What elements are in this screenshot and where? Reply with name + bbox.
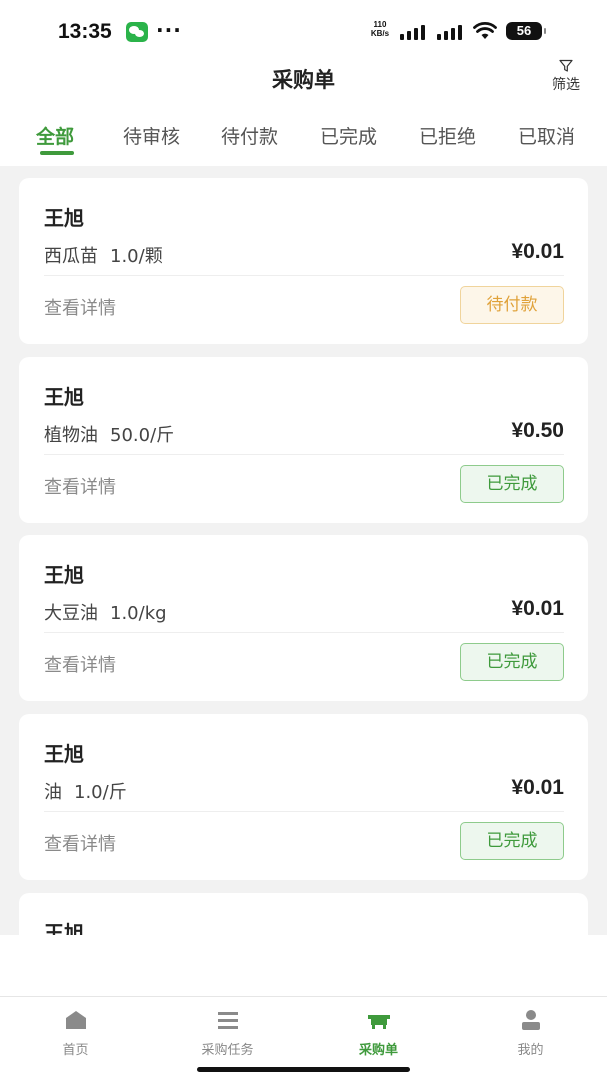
home-indicator[interactable]: [197, 1067, 410, 1072]
divider: [44, 632, 564, 633]
wechat-icon: [126, 22, 148, 42]
tab-pending-payment[interactable]: 待付款: [221, 122, 278, 149]
order-price: ¥0.01: [511, 240, 564, 263]
tabbar-label: 采购单: [358, 1043, 398, 1058]
filter-icon: [559, 59, 573, 72]
tab-rejected[interactable]: 已拒绝: [419, 122, 476, 149]
tabbar-item-home[interactable]: 首页: [0, 997, 151, 1067]
product-name: 植物油: [44, 425, 98, 446]
order-list[interactable]: 王旭 西瓜苗 1.0/颗 ¥0.01 查看详情 待付款 王旭 植物油 50.0/斤 …: [19, 178, 588, 935]
battery-indicator: 56: [506, 22, 546, 40]
tab-pending-review[interactable]: 待审核: [123, 122, 180, 149]
view-details-link[interactable]: 查看详情: [44, 294, 116, 320]
page-title: 采购单: [272, 68, 335, 92]
status-badge: 已完成: [460, 822, 564, 860]
order-card[interactable]: 王旭 大豆油 1.0/kg ¥0.01 查看详情 已完成: [19, 535, 588, 701]
supplier-name: 王旭: [44, 742, 84, 766]
tabbar-label: 首页: [62, 1043, 89, 1058]
list-icon: [217, 1012, 238, 1029]
divider: [44, 275, 564, 276]
tab-cancelled[interactable]: 已取消: [518, 122, 575, 149]
status-time: 13:35: [58, 20, 112, 43]
order-card[interactable]: 王旭 植物油 50.0/斤 ¥0.50 查看详情 已完成: [19, 357, 588, 523]
cart-icon: [367, 1015, 390, 1029]
product-name: 大豆油: [44, 603, 98, 624]
wifi-icon: [473, 22, 497, 39]
home-icon: [65, 1011, 86, 1029]
order-card[interactable]: 王旭 油 1.0/斤 ¥0.01 查看详情 已完成: [19, 714, 588, 880]
order-card[interactable]: 王旭 西瓜苗 1.0/颗 ¥0.01 查看详情 待付款: [19, 178, 588, 344]
tab-completed[interactable]: 已完成: [320, 122, 377, 149]
signal-1-icon: [400, 24, 426, 40]
order-price: ¥0.01: [511, 597, 564, 620]
order-item: 油 1.0/斤: [44, 778, 127, 804]
supplier-name: 王旭: [44, 206, 84, 230]
divider: [44, 454, 564, 455]
tabbar-label: 采购任务: [201, 1043, 254, 1058]
divider: [44, 811, 564, 812]
product-quantity: 1.0/kg: [110, 603, 167, 624]
network-speed-value: 110: [373, 20, 387, 29]
more-notifications: ···: [156, 18, 182, 42]
order-price: ¥0.50: [511, 419, 564, 442]
network-speed: 110 KB/s: [369, 20, 391, 38]
top-bar: 13:35 ··· 110 KB/s 56 采购单 筛选 全部 待审核 待付款 …: [0, 0, 607, 166]
tabbar-item-orders[interactable]: 采购单: [303, 997, 454, 1067]
order-item: 西瓜苗 1.0/颗: [44, 242, 163, 268]
product-name: 西瓜苗: [44, 246, 98, 267]
status-badge: 待付款: [460, 286, 564, 324]
supplier-name: 王旭: [44, 563, 84, 587]
tabbar-item-tasks[interactable]: 采购任务: [152, 997, 303, 1067]
supplier-name: 王旭: [44, 921, 84, 935]
status-badge: 已完成: [460, 465, 564, 503]
user-icon: [521, 1010, 540, 1030]
filter-label: 筛选: [552, 77, 580, 93]
product-quantity: 50.0/斤: [110, 425, 175, 446]
view-details-link[interactable]: 查看详情: [44, 473, 116, 499]
status-bar: 13:35 ··· 110 KB/s 56: [0, 0, 607, 62]
order-price: ¥0.01: [511, 776, 564, 799]
status-badge: 已完成: [460, 643, 564, 681]
status-tabs: 全部 待审核 待付款 已完成 已拒绝 已取消: [0, 118, 607, 166]
product-name: 油: [44, 782, 62, 803]
order-item: 大豆油 1.0/kg: [44, 599, 167, 625]
tabbar-item-me[interactable]: 我的: [455, 997, 606, 1067]
product-quantity: 1.0/斤: [74, 782, 127, 803]
tabbar-label: 我的: [517, 1043, 544, 1058]
order-item: 植物油 50.0/斤: [44, 421, 174, 447]
network-speed-unit: KB/s: [370, 29, 390, 38]
view-details-link[interactable]: 查看详情: [44, 651, 116, 677]
view-details-link[interactable]: 查看详情: [44, 830, 116, 856]
active-tab-indicator: [40, 151, 74, 155]
supplier-name: 王旭: [44, 385, 84, 409]
tab-all[interactable]: 全部: [36, 122, 74, 149]
filter-button[interactable]: 筛选: [544, 58, 588, 98]
signal-2-icon: [437, 24, 463, 40]
order-card[interactable]: 王旭: [19, 893, 588, 935]
product-quantity: 1.0/颗: [110, 246, 163, 267]
